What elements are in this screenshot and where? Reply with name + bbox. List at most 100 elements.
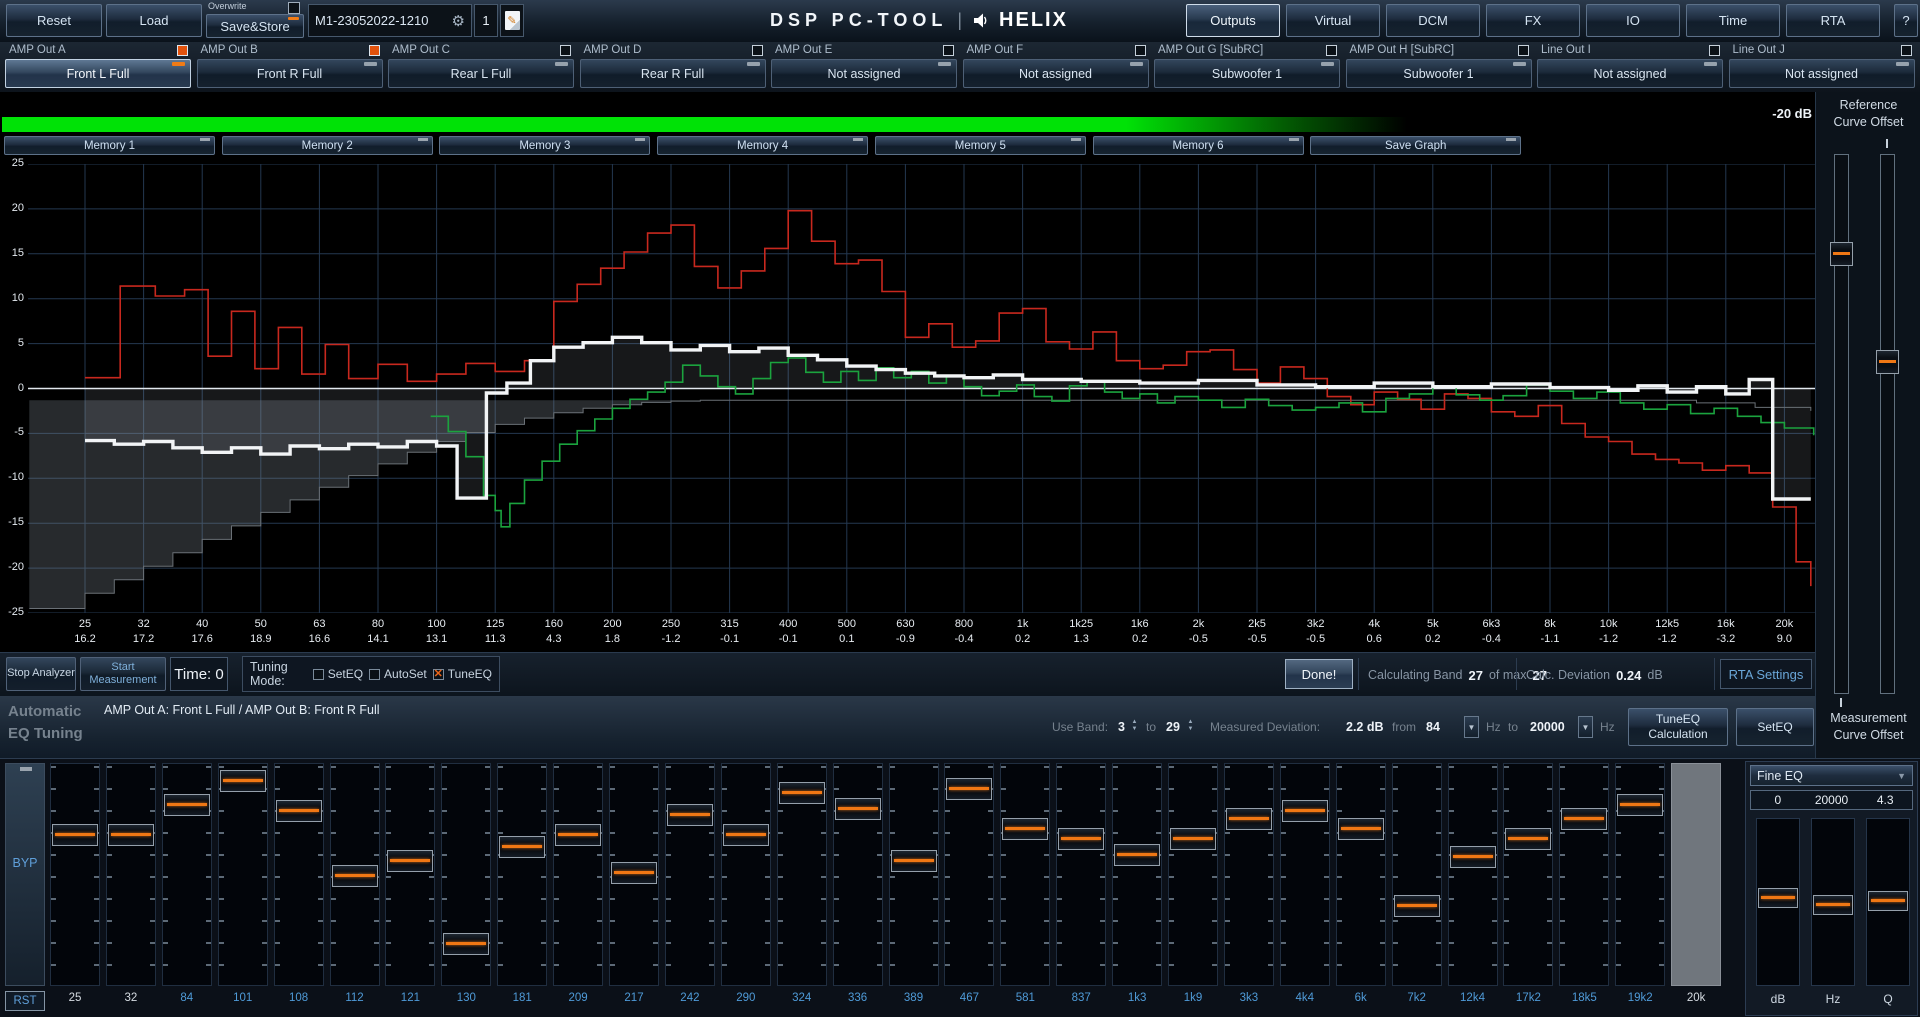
eq-slider-track[interactable] (609, 763, 659, 986)
channel-assign-button[interactable]: Not assigned (1729, 59, 1915, 88)
freq-to-value[interactable]: 20000 (1530, 696, 1565, 758)
channel-display-checkbox[interactable] (177, 45, 188, 56)
eq-slider-handle[interactable] (1002, 818, 1048, 840)
nav-time-button[interactable]: Time (1686, 4, 1780, 37)
eq-slider-handle[interactable] (1394, 895, 1440, 917)
memory-button[interactable]: Memory 1 (4, 136, 215, 155)
channel-assign-button[interactable]: Not assigned (1537, 59, 1723, 88)
stop-analyzer-button[interactable]: Stop Analyzer (6, 657, 76, 691)
fine-eq-slider-track-hz[interactable] (1811, 818, 1855, 986)
nav-virtual-button[interactable]: Virtual (1286, 4, 1380, 37)
eq-slider-track[interactable] (833, 763, 883, 986)
fine-eq-slider-handle[interactable] (1868, 891, 1908, 911)
eq-slider-handle[interactable] (387, 850, 433, 872)
eq-slider-handle[interactable] (723, 824, 769, 846)
eq-slider-handle[interactable] (1058, 828, 1104, 850)
channel-display-checkbox[interactable] (1135, 45, 1146, 56)
eq-slider-handle[interactable] (276, 800, 322, 822)
eq-slider-track[interactable] (1224, 763, 1274, 986)
memory-button[interactable]: Memory 4 (657, 136, 868, 155)
channel-display-checkbox[interactable] (1518, 45, 1529, 56)
eq-slider-track[interactable] (889, 763, 939, 986)
nav-rta-button[interactable]: RTA (1786, 4, 1880, 37)
memory-button[interactable]: Memory 6 (1093, 136, 1304, 155)
eq-slider-track[interactable] (1392, 763, 1442, 986)
band-from-value[interactable]: 3 (1118, 696, 1125, 758)
eq-slider-track[interactable] (721, 763, 771, 986)
channel-assign-button[interactable]: Front L Full (5, 59, 191, 88)
eq-slider-handle[interactable] (1114, 844, 1160, 866)
nav-fx-button[interactable]: FX (1486, 4, 1580, 37)
channel-display-checkbox[interactable] (1709, 45, 1720, 56)
eq-slider-track[interactable] (497, 763, 547, 986)
eq-slider-handle[interactable] (332, 865, 378, 887)
channel-display-checkbox[interactable] (560, 45, 571, 56)
reference-offset-handle[interactable] (1830, 242, 1853, 266)
eq-slider-handle[interactable] (220, 770, 266, 792)
eq-slider-track[interactable] (1280, 763, 1330, 986)
eq-slider-track[interactable] (106, 763, 156, 986)
eq-slider-track[interactable] (553, 763, 603, 986)
eq-slider-handle[interactable] (891, 850, 937, 872)
eq-slider-track[interactable] (1168, 763, 1218, 986)
overwrite-checkbox[interactable] (288, 2, 300, 14)
rta-settings-button[interactable]: RTA Settings (1720, 659, 1812, 689)
channel-assign-button[interactable]: Front R Full (197, 59, 383, 88)
eq-slider-handle[interactable] (611, 862, 657, 884)
eq-slider-handle[interactable] (835, 798, 881, 820)
eq-slider-handle[interactable] (1561, 808, 1607, 830)
eq-slider-track[interactable] (1503, 763, 1553, 986)
fine-eq-slider-track-q[interactable] (1866, 818, 1910, 986)
eq-slider-track[interactable] (1448, 763, 1498, 986)
channel-assign-button[interactable]: Subwoofer 1 (1154, 59, 1340, 88)
eq-slider-track[interactable] (218, 763, 268, 986)
eq-slider-handle[interactable] (1505, 828, 1551, 850)
eq-slider-track[interactable] (50, 763, 100, 986)
channel-display-checkbox[interactable] (1901, 45, 1912, 56)
eq-slider-track[interactable] (665, 763, 715, 986)
gear-icon[interactable]: ⚙ (452, 12, 465, 30)
measurement-offset-handle[interactable] (1876, 350, 1899, 374)
band-from-spinner[interactable]: ▲▼ (1130, 719, 1139, 733)
eq-slider-handle[interactable] (1450, 846, 1496, 868)
eq-slider-handle[interactable] (1170, 828, 1216, 850)
eq-slider-track[interactable] (274, 763, 324, 986)
channel-display-checkbox[interactable] (943, 45, 954, 56)
eq-slider-track[interactable] (1615, 763, 1665, 986)
tuning-mode-checkbox-seteq[interactable] (313, 669, 324, 680)
fine-eq-slider-handle[interactable] (1758, 888, 1798, 908)
tuneeq-calculation-button[interactable]: TuneEQCalculation (1628, 708, 1728, 746)
nav-io-button[interactable]: IO (1586, 4, 1680, 37)
done-button[interactable]: Done! (1285, 659, 1353, 689)
channel-display-checkbox[interactable] (752, 45, 763, 56)
eq-slider-handle[interactable] (946, 778, 992, 800)
fine-eq-selector[interactable]: Fine EQ ▼ (1750, 765, 1913, 786)
save-graph-button[interactable]: Save Graph (1310, 136, 1521, 155)
channel-assign-button[interactable]: Not assigned (963, 59, 1149, 88)
band-to-value[interactable]: 29 (1166, 696, 1180, 758)
eq-slider-handle[interactable] (1226, 808, 1272, 830)
eq-slider-track[interactable] (1056, 763, 1106, 986)
eq-slider-handle[interactable] (1617, 794, 1663, 816)
eq-slider-handle[interactable] (499, 836, 545, 858)
memory-number-field[interactable]: 1 (474, 4, 498, 37)
channel-assign-button[interactable]: Not assigned (771, 59, 957, 88)
eq-slider-track[interactable] (1559, 763, 1609, 986)
memory-button[interactable]: Memory 3 (439, 136, 650, 155)
eq-slider-track[interactable] (385, 763, 435, 986)
channel-display-checkbox[interactable] (369, 45, 380, 56)
eq-slider-handle[interactable] (1282, 800, 1328, 822)
start-measurement-button[interactable]: Start Measurement (80, 657, 166, 691)
eq-slider-handle[interactable] (1338, 818, 1384, 840)
channel-assign-button[interactable]: Rear R Full (580, 59, 766, 88)
eq-slider-handle[interactable] (52, 824, 98, 846)
memory-button[interactable]: Memory 2 (222, 136, 433, 155)
freq-from-value[interactable]: 84 (1426, 696, 1440, 758)
reset-eq-button[interactable]: RST (5, 991, 45, 1011)
eq-slider-track[interactable] (1000, 763, 1050, 986)
eq-slider-handle[interactable] (443, 933, 489, 955)
nav-outputs-button[interactable]: Outputs (1186, 4, 1280, 37)
eq-slider-track[interactable] (162, 763, 212, 986)
seteq-button[interactable]: SetEQ (1736, 708, 1814, 746)
band-to-spinner[interactable]: ▲▼ (1186, 719, 1195, 733)
